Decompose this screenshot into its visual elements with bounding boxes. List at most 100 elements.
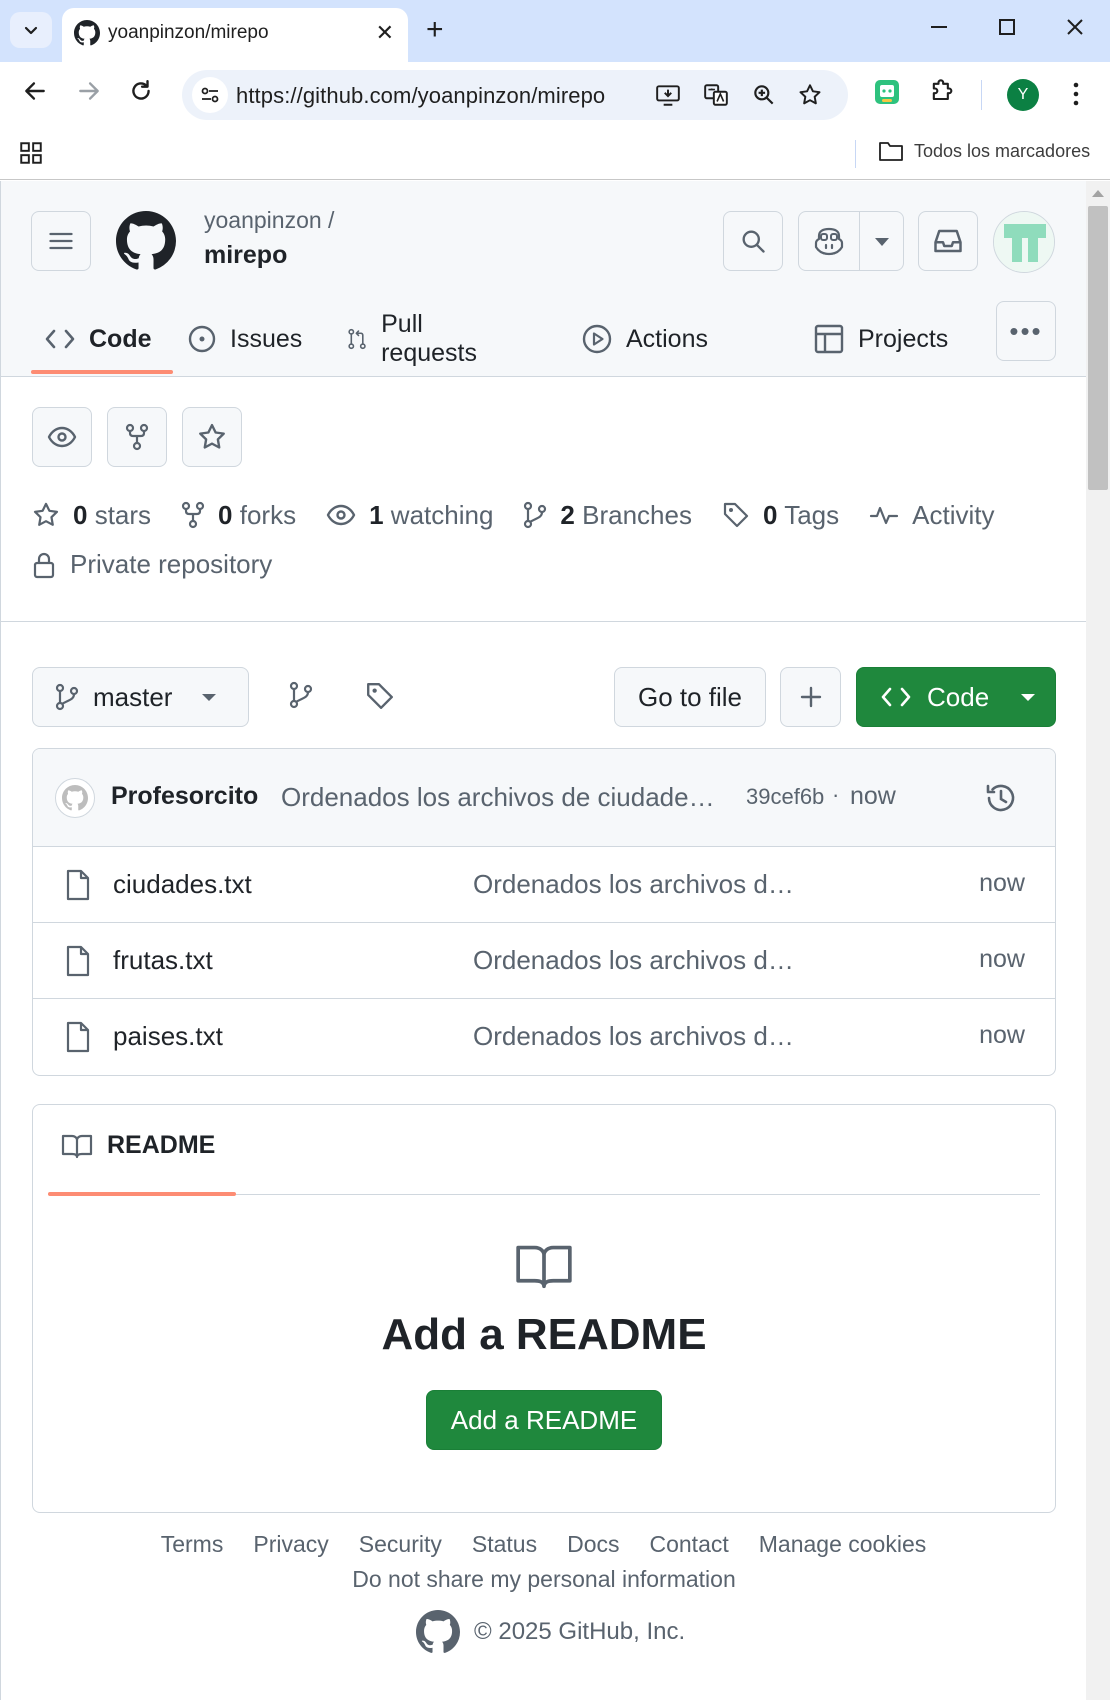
minimize-icon[interactable]	[928, 16, 950, 38]
repo-owner-link[interactable]: yoanpinzon /	[204, 207, 334, 234]
hamburger-icon	[49, 232, 73, 250]
tab-actions[interactable]: Actions	[582, 303, 708, 375]
watch-button[interactable]	[32, 407, 92, 467]
tab-pull-requests[interactable]: Pull requests	[347, 303, 485, 375]
footer-link-manage-cookies[interactable]: Manage cookies	[759, 1531, 927, 1558]
star-icon	[199, 423, 225, 449]
footer-link-contact[interactable]: Contact	[649, 1531, 728, 1558]
install-app-icon[interactable]	[655, 82, 681, 108]
file-icon	[65, 1021, 91, 1053]
github-logo-icon[interactable]	[116, 211, 176, 271]
activity-link[interactable]: Activity	[869, 500, 994, 531]
bookmark-star-icon[interactable]	[797, 82, 823, 108]
commit-sha[interactable]: 39cef6b	[746, 784, 824, 810]
caret-down-icon	[1021, 694, 1036, 701]
translate-icon[interactable]	[703, 82, 729, 108]
add-readme-button[interactable]: Add a README	[426, 1390, 662, 1450]
commit-author-avatar[interactable]	[55, 778, 95, 818]
branch-selector[interactable]: master	[32, 667, 249, 727]
table-icon	[814, 324, 844, 354]
github-logo-icon[interactable]	[416, 1610, 460, 1654]
extension-app-icon[interactable]	[873, 78, 901, 106]
file-commit-message[interactable]: Ordenados los archivos d…	[473, 869, 794, 900]
copilot-dropdown-icon[interactable]	[872, 236, 892, 248]
repo-name-link[interactable]: mirepo	[204, 241, 287, 270]
search-icon	[742, 230, 765, 253]
code-icon	[45, 329, 75, 349]
file-commit-time: now	[979, 869, 1025, 897]
forward-arrow-icon[interactable]	[76, 78, 102, 104]
commit-message[interactable]: Ordenados los archivos de ciudade…	[281, 782, 726, 813]
file-commit-message[interactable]: Ordenados los archivos d…	[473, 1021, 794, 1052]
github-favicon-icon	[74, 20, 100, 46]
reload-icon[interactable]	[128, 78, 154, 104]
site-settings-icon[interactable]	[192, 77, 228, 113]
footer-link-status[interactable]: Status	[472, 1531, 537, 1558]
code-dropdown-button[interactable]: Code	[856, 667, 1056, 727]
nav-more-button[interactable]: •••	[996, 301, 1056, 361]
go-to-file-button[interactable]: Go to file	[614, 667, 766, 727]
star-button[interactable]	[182, 407, 242, 467]
tag-icon	[723, 502, 749, 528]
tab-pull-requests-label: Pull requests	[381, 310, 477, 367]
activity-label: Activity	[912, 499, 995, 530]
tab-projects[interactable]: Projects	[814, 303, 948, 375]
inbox-button[interactable]	[918, 211, 978, 271]
watching-link[interactable]: 1 watching	[326, 500, 493, 531]
tab-issues[interactable]: Issues	[188, 303, 302, 375]
tab-code-label: Code	[89, 324, 152, 353]
file-row[interactable]: paises.txt Ordenados los archivos d… now	[33, 999, 1055, 1075]
tags-link[interactable]: 0 Tags	[722, 500, 839, 531]
apps-grid-icon[interactable]	[18, 140, 44, 166]
footer-link-security[interactable]: Security	[359, 1531, 442, 1558]
search-button[interactable]	[723, 211, 783, 271]
address-bar[interactable]: https://github.com/yoanpinzon/mirepo	[182, 70, 848, 120]
readme-tab[interactable]: README	[61, 1131, 215, 1160]
copilot-icon[interactable]	[813, 226, 845, 256]
forks-link[interactable]: 0 forks	[181, 500, 296, 531]
close-window-icon[interactable]	[1064, 16, 1086, 38]
global-nav-menu-button[interactable]	[31, 211, 91, 271]
new-tab-icon[interactable]: +	[426, 12, 444, 48]
identicon-icon	[994, 212, 1054, 272]
history-icon[interactable]	[984, 782, 1018, 814]
tags-icon-button[interactable]	[365, 681, 395, 711]
tab-code-underline	[31, 370, 173, 374]
browser-tab-active[interactable]: yoanpinzon/mirepo ✕	[62, 8, 408, 62]
file-row[interactable]: ciudades.txt Ordenados los archivos d… n…	[33, 847, 1055, 923]
tab-close-icon[interactable]: ✕	[376, 20, 394, 46]
file-name[interactable]: paises.txt	[113, 1021, 223, 1052]
footer-link-do-not-share[interactable]: Do not share my personal information	[1, 1566, 1086, 1593]
stars-link[interactable]: 0 stars	[32, 500, 151, 531]
commit-author[interactable]: Profesorcito	[111, 782, 258, 811]
fork-icon	[125, 423, 149, 451]
browser-menu-icon[interactable]	[1064, 80, 1088, 108]
footer-link-terms[interactable]: Terms	[161, 1531, 224, 1558]
file-commit-message[interactable]: Ordenados los archivos d…	[473, 945, 794, 976]
file-row[interactable]: frutas.txt Ordenados los archivos d… now	[33, 923, 1055, 999]
footer-link-docs[interactable]: Docs	[567, 1531, 619, 1558]
readme-panel: README Add a README Add a README	[32, 1104, 1056, 1513]
branches-icon-button[interactable]	[289, 681, 313, 709]
profile-avatar[interactable]: Y	[1007, 79, 1039, 111]
zoom-icon[interactable]	[751, 82, 777, 108]
fork-button[interactable]	[107, 407, 167, 467]
maximize-icon[interactable]	[996, 16, 1018, 38]
tab-projects-label: Projects	[858, 324, 949, 353]
tab-search-button[interactable]	[10, 12, 52, 48]
branch-icon	[55, 683, 79, 711]
tab-code[interactable]: Code	[45, 303, 152, 375]
scroll-up-arrow-icon[interactable]	[1092, 190, 1104, 197]
file-name[interactable]: frutas.txt	[113, 945, 213, 976]
section-divider	[1, 621, 1086, 622]
footer-link-privacy[interactable]: Privacy	[253, 1531, 328, 1558]
user-avatar[interactable]	[993, 211, 1055, 273]
file-name[interactable]: ciudades.txt	[113, 869, 252, 900]
scrollbar-thumb[interactable]	[1088, 206, 1108, 490]
add-file-button[interactable]	[780, 667, 841, 727]
issue-circle-icon	[188, 325, 216, 353]
branches-link[interactable]: 2 Branches	[523, 500, 692, 531]
extensions-puzzle-icon[interactable]	[928, 78, 956, 106]
all-bookmarks-folder[interactable]: Todos los marcadores	[878, 140, 1090, 162]
back-arrow-icon[interactable]	[22, 78, 48, 104]
